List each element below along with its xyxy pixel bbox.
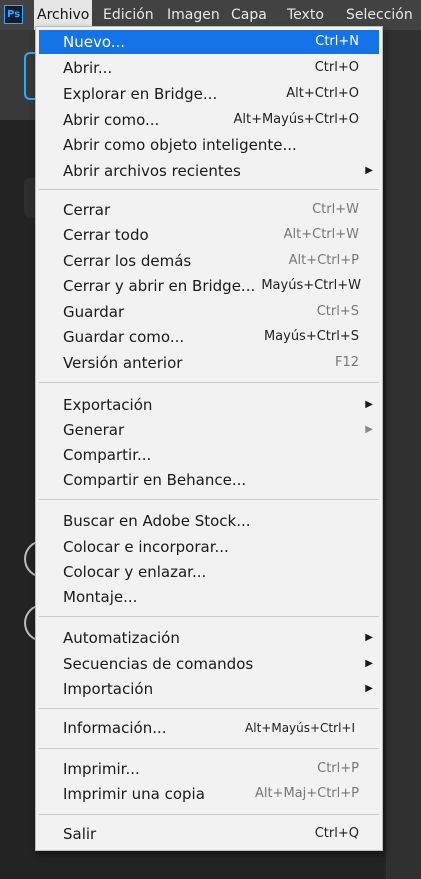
menu-item-adobe-stock[interactable]: Buscar en Adobe Stock... — [39, 509, 379, 533]
menu-item-label: Abrir... — [63, 59, 113, 77]
menu-item-label: Colocar y enlazar... — [63, 563, 207, 581]
menu-item-label: Secuencias de comandos — [63, 655, 254, 673]
submenu-arrow-icon: ▶ — [365, 632, 373, 643]
submenu-arrow-icon: ▶ — [365, 424, 373, 435]
menu-item-guardar[interactable]: Guardar Ctrl+S — [39, 300, 379, 324]
menu-item-shortcut: Alt+Ctrl+P — [288, 253, 359, 268]
menu-item-shortcut: Ctrl+P — [317, 761, 359, 776]
menu-item-label: Exportación — [63, 396, 153, 414]
menu-item-label: Imprimir una copia — [63, 785, 205, 803]
submenu-arrow-icon: ▶ — [365, 399, 373, 410]
menu-item-shortcut: F12 — [334, 355, 359, 370]
menu-item-label: Cerrar todo — [63, 226, 149, 244]
menu-item-cerrar[interactable]: Cerrar Ctrl+W — [39, 198, 379, 222]
menu-item-version-anterior[interactable]: Versión anterior F12 — [39, 351, 379, 375]
menu-item-guardar-como[interactable]: Guardar como... Mayús+Ctrl+S — [39, 325, 379, 349]
menu-item-shortcut: Alt+Ctrl+O — [286, 86, 359, 101]
menu-separator — [39, 616, 379, 617]
menu-item-archivos-recientes[interactable]: Abrir archivos recientes ▶ — [39, 159, 379, 183]
workspace-right-panel — [386, 30, 421, 879]
menu-item-label: Guardar como... — [63, 328, 185, 346]
menu-item-importacion[interactable]: Importación ▶ — [39, 677, 379, 701]
menu-item-label: Montaje... — [63, 588, 138, 606]
menu-item-label: Cerrar — [63, 201, 111, 219]
menu-separator — [39, 499, 379, 500]
menu-item-colocar-enlazar[interactable]: Colocar y enlazar... — [39, 560, 379, 584]
menu-item-salir[interactable]: Salir Ctrl+Q — [39, 822, 379, 846]
menu-item-shortcut: Ctrl+S — [316, 304, 359, 319]
menu-item-label: Información... — [63, 719, 167, 737]
file-menu-dropdown: Nuevo... Ctrl+N Abrir... Ctrl+O Explorar… — [35, 26, 383, 851]
menu-item-montaje[interactable]: Montaje... — [39, 585, 379, 609]
submenu-arrow-icon: ▶ — [365, 165, 373, 176]
menu-item-label: Guardar — [63, 303, 125, 321]
menu-item-colocar-incorporar[interactable]: Colocar e incorporar... — [39, 535, 379, 559]
menu-item-generar[interactable]: Generar ▶ — [39, 418, 379, 442]
menu-item-label: Salir — [63, 825, 97, 843]
menu-item-cerrar-todo[interactable]: Cerrar todo Alt+Ctrl+W — [39, 223, 379, 247]
menu-separator — [39, 708, 379, 709]
menu-item-shortcut: Alt+Ctrl+W — [283, 227, 359, 242]
menu-item-label: Cerrar los demás — [63, 252, 192, 270]
menu-item-shortcut: Mayús+Ctrl+S — [263, 329, 359, 344]
menu-item-label: Colocar e incorporar... — [63, 538, 229, 556]
menu-item-informacion[interactable]: Información... Alt+Mayús+Ctrl+I — [39, 716, 379, 740]
menu-item-compartir[interactable]: Compartir... — [39, 443, 379, 467]
menu-separator — [39, 382, 379, 383]
menu-item-label: Versión anterior — [63, 354, 183, 372]
menu-item-label: Generar — [63, 421, 125, 439]
menu-item-shortcut: Alt+Mayús+Ctrl+I — [245, 721, 355, 735]
menu-separator — [39, 748, 379, 749]
menu-item-shortcut: Alt+Maj+Ctrl+P — [254, 786, 359, 801]
menu-item-abrir-como[interactable]: Abrir como... Alt+Mayús+Ctrl+O — [39, 108, 379, 132]
menu-item-abrir-objeto-inteligente[interactable]: Abrir como objeto inteligente... — [39, 133, 379, 157]
menu-separator — [39, 189, 379, 190]
menu-item-shortcut: Ctrl+N — [315, 34, 359, 49]
menu-item-label: Buscar en Adobe Stock... — [63, 512, 251, 530]
menu-item-explorar-bridge[interactable]: Explorar en Bridge... Alt+Ctrl+O — [39, 82, 379, 106]
menu-item-label: Compartir... — [63, 446, 152, 464]
menu-item-shortcut: Mayús+Ctrl+W — [261, 278, 361, 293]
submenu-arrow-icon: ▶ — [365, 658, 373, 669]
menu-item-label: Imprimir... — [63, 760, 140, 778]
menu-item-label: Nuevo... — [63, 33, 126, 51]
menu-item-label: Automatización — [63, 629, 180, 647]
menu-item-nuevo[interactable]: Nuevo... Ctrl+N — [39, 30, 379, 54]
menu-item-automatizacion[interactable]: Automatización ▶ — [39, 626, 379, 650]
menu-item-shortcut: Alt+Mayús+Ctrl+O — [233, 112, 359, 127]
menu-item-label: Compartir en Behance... — [63, 471, 247, 489]
menu-item-label: Abrir como... — [63, 111, 160, 129]
menu-item-secuencias-comandos[interactable]: Secuencias de comandos ▶ — [39, 652, 379, 676]
menu-item-label: Explorar en Bridge... — [63, 85, 218, 103]
menu-item-label: Cerrar y abrir en Bridge... — [63, 277, 256, 295]
menu-item-imprimir-copia[interactable]: Imprimir una copia Alt+Maj+Ctrl+P — [39, 782, 379, 806]
menu-item-shortcut: Ctrl+O — [314, 60, 359, 75]
menu-item-cerrar-los-demas[interactable]: Cerrar los demás Alt+Ctrl+P — [39, 249, 379, 273]
menu-item-shortcut: Ctrl+W — [312, 202, 359, 217]
menu-item-label: Importación — [63, 680, 154, 698]
submenu-arrow-icon: ▶ — [365, 683, 373, 694]
menu-item-cerrar-abrir-bridge[interactable]: Cerrar y abrir en Bridge... Mayús+Ctrl+W — [39, 274, 379, 298]
menu-item-abrir[interactable]: Abrir... Ctrl+O — [39, 56, 379, 80]
menu-item-label: Abrir como objeto inteligente... — [63, 136, 297, 154]
menu-item-compartir-behance[interactable]: Compartir en Behance... — [39, 468, 379, 492]
menu-item-exportacion[interactable]: Exportación ▶ — [39, 393, 379, 417]
menu-item-shortcut: Ctrl+Q — [314, 826, 359, 841]
menu-item-label: Abrir archivos recientes — [63, 162, 241, 180]
menu-item-imprimir[interactable]: Imprimir... Ctrl+P — [39, 757, 379, 781]
menu-separator — [39, 814, 379, 815]
photoshop-logo-icon: Ps — [4, 5, 23, 24]
